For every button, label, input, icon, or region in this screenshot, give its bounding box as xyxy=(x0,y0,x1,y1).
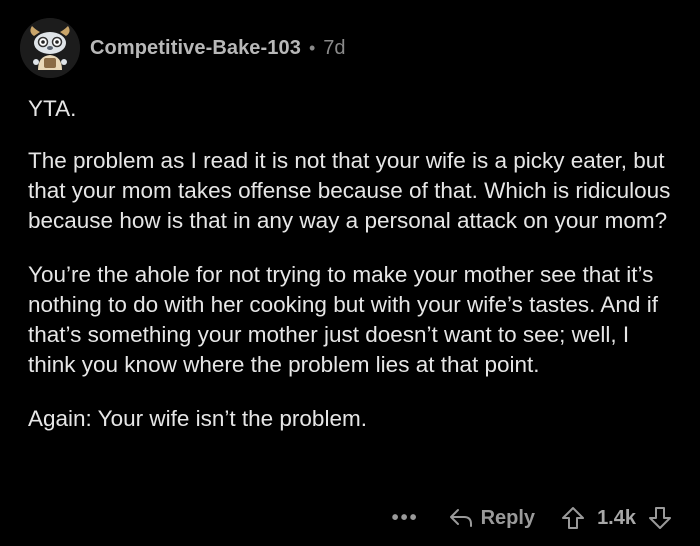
comment-paragraph: YTA. xyxy=(28,96,77,121)
vote-score: 1.4k xyxy=(597,506,636,529)
reply-label: Reply xyxy=(480,506,536,529)
downvote-button[interactable] xyxy=(648,506,672,530)
vote-controls: 1.4k xyxy=(561,506,672,530)
upvote-button[interactable] xyxy=(561,506,585,530)
upvote-arrow-icon xyxy=(562,507,585,529)
comment-paragraph: The problem as I read it is not that you… xyxy=(28,148,671,233)
username-link[interactable]: Competitive-Bake-103 xyxy=(90,37,301,60)
more-options-button[interactable]: ••• xyxy=(392,507,419,530)
snoo-avatar-icon xyxy=(20,18,80,78)
downvote-arrow-icon xyxy=(649,507,671,529)
comment-header: Competitive-Bake-103 • 7d xyxy=(20,16,346,80)
reply-button[interactable]: Reply xyxy=(449,507,535,530)
comment-card: Competitive-Bake-103 • 7d YTA. The probl… xyxy=(0,0,700,546)
comment-actions: ••• Reply 1.4k xyxy=(392,500,672,536)
comment-paragraph: You’re the ahole for not trying to make … xyxy=(28,262,658,377)
comment-body: YTA. The problem as I read it is not tha… xyxy=(28,94,678,458)
meta-separator: • xyxy=(308,37,316,58)
reply-arrow-icon xyxy=(449,509,472,527)
comment-paragraph: Again: Your wife isn’t the problem. xyxy=(28,406,367,431)
comment-age: 7d xyxy=(323,36,346,59)
user-avatar[interactable] xyxy=(20,18,80,78)
